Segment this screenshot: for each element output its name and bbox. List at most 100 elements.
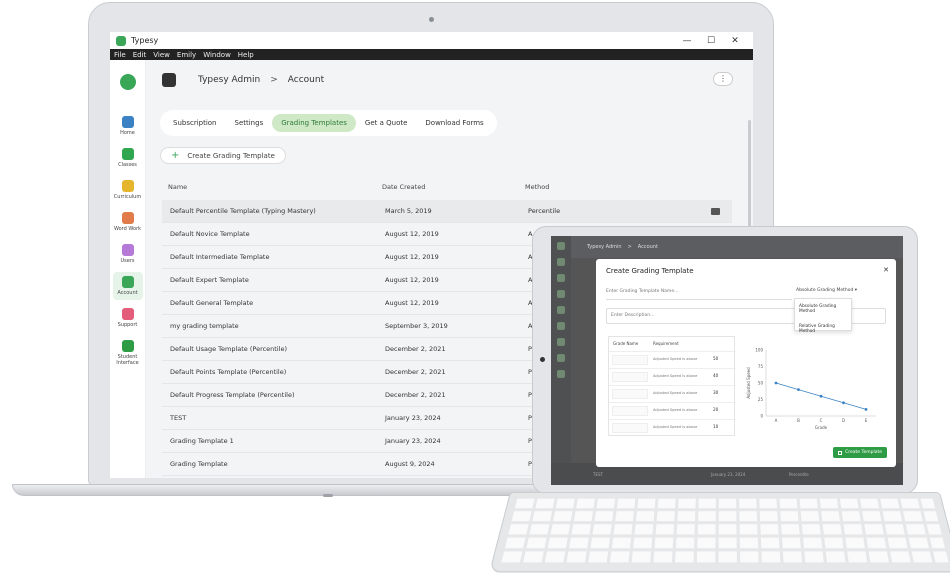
home-icon[interactable] — [557, 258, 565, 266]
tablet-frame: Typesy Admin > Account TEST January 23, … — [532, 226, 918, 494]
sidebar-item-student-interface[interactable]: Student Interface — [113, 336, 143, 370]
tablet-breadcrumb: Typesy Admin > Account — [551, 236, 903, 258]
tab-get-a-quote[interactable]: Get a Quote — [356, 114, 417, 132]
grade-name-input[interactable] — [612, 423, 648, 433]
word-work-icon[interactable] — [557, 306, 565, 314]
grading-method-dropdown: Absolute Grading Method Relative Grading… — [794, 298, 852, 334]
sidebar-item-classes[interactable]: Classes — [113, 144, 143, 172]
create-grading-template-button[interactable]: + Create Grading Template — [160, 147, 286, 164]
tab-grading-templates[interactable]: Grading Templates — [272, 114, 356, 132]
column-header-name[interactable]: Name — [168, 183, 187, 191]
view-icon[interactable] — [711, 207, 720, 215]
typesy-logo-icon[interactable] — [557, 242, 565, 250]
typesy-logo-icon[interactable] — [119, 74, 136, 90]
keyboard — [489, 492, 950, 573]
classes-icon — [121, 148, 134, 160]
student-interface-icon — [121, 340, 134, 352]
column-header-method[interactable]: Method — [525, 183, 549, 191]
minimize-button[interactable]: — — [675, 36, 699, 46]
support-icon — [121, 308, 134, 320]
sidebar-item-home[interactable]: Home — [113, 112, 143, 140]
data-point — [819, 394, 823, 398]
word-work-icon — [121, 212, 134, 224]
sidebar-item-account[interactable]: Account — [112, 272, 143, 300]
x-tick-label: A — [775, 418, 778, 423]
option-absolute-grading[interactable]: Absolute Grading Method — [795, 299, 851, 319]
grading-method-select[interactable]: Absolute Grading Method ▾ — [796, 288, 857, 293]
menu-window[interactable]: Window — [203, 51, 231, 59]
x-tick-label: D — [842, 418, 845, 423]
close-button[interactable]: ✕ — [723, 36, 747, 46]
column-header-date[interactable]: Date Created — [382, 183, 425, 191]
breadcrumb-admin[interactable]: Typesy Admin — [198, 75, 260, 85]
modal-title: Create Grading Template — [606, 267, 694, 275]
y-tick-label: 25 — [758, 397, 764, 402]
menu-help[interactable]: Help — [238, 51, 254, 59]
sidebar: Home Classes Curriculum Word Work Users … — [110, 60, 146, 478]
account-icon — [121, 276, 134, 288]
y-tick-label: 50 — [758, 381, 764, 386]
tab-download-forms[interactable]: Download Forms — [416, 114, 492, 132]
sidebar-item-curriculum[interactable]: Curriculum — [113, 176, 143, 204]
x-tick-label: C — [820, 418, 823, 423]
tablet-sidebar — [551, 236, 571, 485]
menu-file[interactable]: File — [114, 51, 126, 59]
tablet-screen: Typesy Admin > Account TEST January 23, … — [551, 236, 903, 485]
create-button-label: Create Grading Template — [187, 151, 275, 160]
grade-name-input[interactable] — [612, 372, 648, 382]
y-tick-label: 75 — [758, 364, 764, 369]
tab-subscription[interactable]: Subscription — [164, 114, 226, 132]
maximize-button[interactable]: ☐ — [699, 36, 723, 46]
tablet-breadcrumb-admin[interactable]: Typesy Admin — [587, 244, 622, 250]
sidebar-item-support[interactable]: Support — [113, 304, 143, 332]
breadcrumb-account: Account — [287, 75, 325, 85]
curriculum-icon[interactable] — [557, 290, 565, 298]
tablet-row-name: TEST — [593, 472, 603, 477]
menu-emily[interactable]: Emily — [177, 51, 196, 59]
tab-settings[interactable]: Settings — [226, 114, 273, 132]
grade-chart: 0 25 50 75 100 A B C D E Grade Adjusted Speed — [746, 348, 876, 430]
menu-bar: File Edit View Emily Window Help — [110, 49, 753, 60]
y-axis-label: Adjusted Speed — [746, 367, 751, 399]
account-icon[interactable] — [557, 338, 565, 346]
grade-row: Adjusted Speed is above 50 — [609, 351, 736, 368]
y-tick-label: 0 — [760, 414, 763, 419]
menu-view[interactable]: View — [153, 51, 170, 59]
tablet-breadcrumb-separator: > — [627, 244, 632, 250]
data-point — [774, 381, 778, 385]
grade-name-input[interactable] — [612, 406, 648, 416]
create-grading-template-modal: Create Grading Template ✕ Enter Grading … — [596, 259, 896, 467]
x-axis-label: Grade — [815, 425, 828, 430]
column-header-requirement: Requirement — [653, 341, 679, 346]
template-name-input[interactable]: Enter Grading Template Name... — [606, 289, 792, 300]
save-icon — [838, 450, 843, 455]
grade-row: Adjusted Speed is above 10 — [609, 419, 736, 436]
plus-icon: + — [171, 150, 180, 161]
data-point — [842, 401, 845, 405]
users-icon — [121, 244, 134, 256]
data-point — [864, 408, 868, 411]
menu-edit[interactable]: Edit — [133, 51, 147, 59]
more-options-button[interactable]: ⋮ — [713, 72, 733, 86]
tablet-row-method: Percentile — [789, 472, 809, 477]
modal-close-button[interactable]: ✕ — [883, 266, 889, 274]
support-icon[interactable] — [557, 354, 565, 362]
sidebar-item-word-work[interactable]: Word Work — [113, 208, 143, 236]
grade-row: Adjusted Speed is above 40 — [609, 368, 736, 385]
create-template-button[interactable]: Create Template — [833, 447, 887, 458]
users-icon[interactable] — [557, 322, 565, 330]
data-point — [797, 388, 800, 391]
school-crest-icon — [162, 73, 176, 87]
table-row[interactable]: Default Percentile Template (Typing Mast… — [162, 200, 732, 223]
tablet-camera-dot — [540, 357, 545, 362]
tablet-row-date: January 23, 2024 — [711, 472, 746, 477]
grade-name-input[interactable] — [612, 389, 648, 399]
option-relative-grading[interactable]: Relative Grading Method — [795, 319, 851, 339]
student-interface-icon[interactable] — [557, 370, 565, 378]
sidebar-item-users[interactable]: Users — [113, 240, 143, 268]
x-tick-label: B — [797, 418, 800, 423]
camera-dot — [429, 17, 434, 22]
account-tabs: Subscription Settings Grading Templates … — [160, 110, 497, 136]
classes-icon[interactable] — [557, 274, 565, 282]
grade-name-input[interactable] — [612, 355, 648, 365]
